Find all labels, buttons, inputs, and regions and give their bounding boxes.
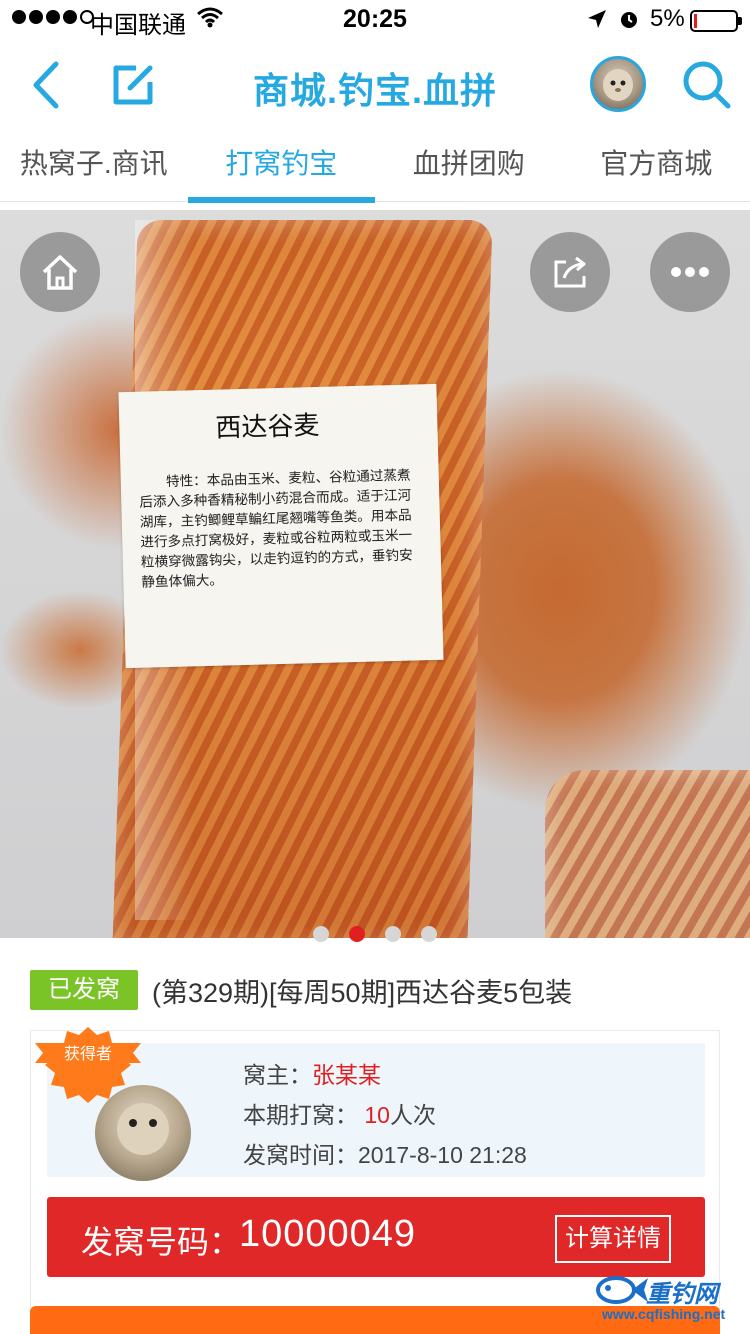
winner-badge-icon: 获得者 [35,1027,141,1103]
carousel-dot[interactable] [421,926,437,942]
search-icon[interactable] [680,58,732,110]
calc-details-button[interactable]: 计算详情 [555,1215,671,1263]
watermark-brand: 重钓网 [646,1281,718,1308]
carousel-dot-active[interactable] [349,926,365,942]
status-tag: 已发窝 [30,970,138,1010]
carousel-indicator [0,926,750,942]
winner-details: 窝主：张某某 本期打窝： 10人次 发窝时间：2017-8-10 21:28 [243,1055,527,1175]
count-unit: 人次 [389,1102,436,1128]
share-icon [554,256,586,288]
host-label: 窝主： [243,1062,312,1088]
status-bar: 中国联通 20:25 5% [0,0,750,40]
product-title-row: 已发窝 (第329期)[每周50期]西达谷麦5包装 [30,970,730,1010]
time-value: 2017-8-10 21:28 [358,1142,527,1168]
product-title: (第329期)[每周50期]西达谷麦5包装 [152,977,573,1008]
second-bag-image [545,770,750,938]
product-image-carousel[interactable]: 西达谷麦 特性：本品由玉米、麦粒、谷粒通过蒸煮后添入多种香精秘制小药混合而成。适… [0,210,750,938]
winner-info-panel: 窝主：张某某 本期打窝： 10人次 发窝时间：2017-8-10 21:28 [47,1043,705,1181]
label-body: 特性：本品由玉米、麦粒、谷粒通过蒸煮后添入多种香精秘制小药混合而成。适于江河湖库… [139,467,413,591]
time-label: 发窝时间： [243,1142,358,1168]
user-avatar[interactable] [590,56,646,112]
fish-logo-icon [596,1276,648,1304]
nav-bar: 商城.钓宝.血拼 [0,40,750,130]
count-value: 10 [364,1102,390,1128]
watermark-url: www.cqfishing.net [602,1306,726,1322]
count-label: 本期打窝： [243,1102,358,1128]
alarm-clock-icon [621,12,637,28]
watermark: 重钓网 www.cqfishing.net [594,1272,744,1330]
home-button[interactable] [20,232,100,312]
tab-group-buy[interactable]: 血拼团购 [375,130,563,201]
more-dots-icon [671,267,709,277]
code-label: 发窝号码： [81,1224,242,1260]
location-arrow-icon [588,10,606,28]
more-options-button[interactable] [650,232,730,312]
share-button[interactable] [530,232,610,312]
label-title: 西达谷麦 [215,410,320,444]
host-name: 张某某 [312,1062,381,1088]
battery-percentage: 5% [650,5,685,32]
code-bar: 发窝号码： 10000049 计算详情 [47,1197,705,1277]
battery-icon [690,10,742,32]
code-value: 10000049 [239,1213,417,1255]
winner-badge-text: 获得者 [64,1044,112,1063]
tab-bait-treasure[interactable]: 打窝钓宝 [187,130,376,203]
category-tabs: 热窝子.商讯 打窝钓宝 血拼团购 官方商城 [0,130,750,203]
tab-hot-news[interactable]: 热窝子.商讯 [0,130,188,201]
tab-official-mall[interactable]: 官方商城 [563,130,750,201]
carousel-dot[interactable] [385,926,401,942]
product-label-sheet: 西达谷麦 特性：本品由玉米、麦粒、谷粒通过蒸煮后添入多种香精秘制小药混合而成。适… [118,383,444,669]
home-icon [42,255,78,290]
carousel-dot[interactable] [313,926,329,942]
